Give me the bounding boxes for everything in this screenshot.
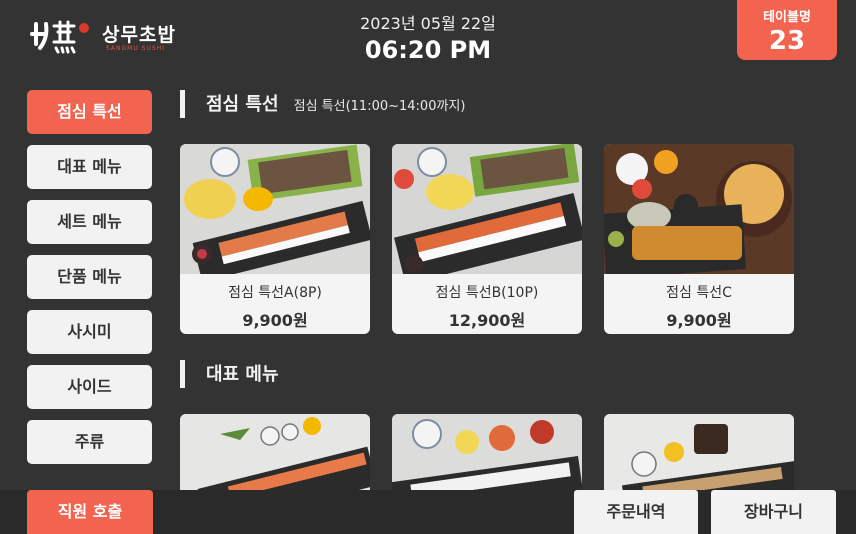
- menu-card-list: 점심 특선A(8P) 9,900원 점심 특선B(10P) 12,900원 점심…: [180, 144, 800, 334]
- menu-card[interactable]: 점심 특선A(8P) 9,900원: [180, 144, 370, 334]
- table-badge: 테이블명 23: [737, 0, 837, 60]
- menu-card[interactable]: [180, 414, 370, 490]
- table-number: 23: [768, 26, 806, 56]
- section-header-signature: 대표 메뉴: [180, 358, 800, 392]
- menu-photo: [604, 144, 794, 274]
- menu-card[interactable]: [392, 414, 582, 490]
- menu-content: 점심 특선 점심 특선(11:00~14:00까지) 점심 특선A(8P) 9,…: [180, 88, 800, 490]
- sidebar-item-signature-menu[interactable]: 대표 메뉴: [27, 145, 152, 189]
- menu-item-name: 점심 특선A(8P): [228, 285, 322, 301]
- menu-photo: [604, 414, 794, 490]
- category-sidebar: 점심 특선 대표 메뉴 세트 메뉴 단품 메뉴 사시미 사이드 주류: [27, 90, 152, 475]
- menu-item-price: 9,900원: [242, 311, 308, 330]
- current-date: 2023년 05월 22일: [360, 14, 496, 33]
- sidebar-item-set-menu[interactable]: 세트 메뉴: [27, 200, 152, 244]
- menu-card[interactable]: 점심 특선C 9,900원: [604, 144, 794, 334]
- call-staff-button[interactable]: 직원 호출: [27, 490, 153, 534]
- section-header-lunch: 점심 특선 점심 특선(11:00~14:00까지): [180, 88, 800, 122]
- section-subtitle: 점심 특선(11:00~14:00까지): [293, 99, 466, 114]
- menu-card-list: [180, 414, 800, 490]
- menu-photo: [392, 414, 582, 490]
- sidebar-item-lunch-special[interactable]: 점심 특선: [27, 90, 152, 134]
- sidebar-item-side[interactable]: 사이드: [27, 365, 152, 409]
- menu-photo: [180, 144, 370, 274]
- menu-card[interactable]: [604, 414, 794, 490]
- order-history-button[interactable]: 주문내역: [574, 490, 698, 534]
- menu-photo: [180, 414, 370, 490]
- sidebar-item-drinks[interactable]: 주류: [27, 420, 152, 464]
- menu-item-name: 점심 특선C: [666, 285, 732, 301]
- menu-item-price: 9,900원: [666, 311, 732, 330]
- menu-card[interactable]: 점심 특선B(10P) 12,900원: [392, 144, 582, 334]
- cart-button[interactable]: 장바구니: [711, 490, 836, 534]
- section-title: 점심 특선: [206, 94, 279, 115]
- bottom-bar: 직원 호출 주문내역 장바구니: [0, 490, 856, 534]
- section-title: 대표 메뉴: [206, 364, 279, 385]
- sidebar-item-sashimi[interactable]: 사시미: [27, 310, 152, 354]
- sidebar-item-single-menu[interactable]: 단품 메뉴: [27, 255, 152, 299]
- table-label: 테이블명: [763, 10, 811, 25]
- current-time: 06:20 PM: [364, 36, 492, 64]
- menu-item-price: 12,900원: [448, 311, 526, 330]
- menu-photo: [392, 144, 582, 274]
- menu-item-name: 점심 특선B(10P): [435, 285, 539, 301]
